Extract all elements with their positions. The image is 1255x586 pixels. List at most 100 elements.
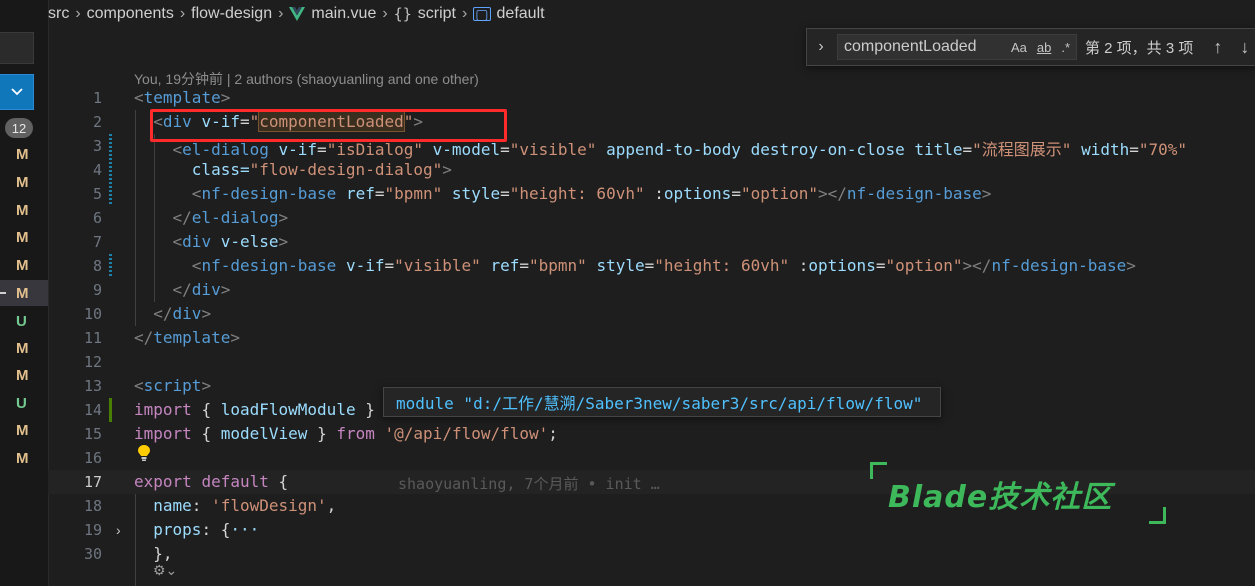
find-query-text: componentLoaded [844, 38, 977, 55]
match-whole-word-icon[interactable]: ab [1037, 40, 1051, 55]
find-match-count: 第 2 项，共 3 项 [1085, 39, 1194, 57]
code-text: }, [153, 544, 173, 563]
breadcrumb-item-flow-design[interactable]: flow-design [191, 5, 272, 23]
changes-count-badge: 12 [5, 118, 33, 138]
code-text: class="flow-design-dialog"> [191, 160, 452, 179]
scm-status-letter: U [16, 313, 27, 330]
code-line[interactable]: 4 class="flow-design-dialog"> [48, 158, 1255, 182]
lightbulb-icon[interactable] [136, 444, 152, 462]
chevron-right-icon: › [179, 5, 186, 22]
line-number: 15 [83, 425, 102, 443]
code-line[interactable]: 12 [48, 350, 1255, 374]
scm-status-letter: M [16, 340, 29, 357]
line-number: 7 [92, 233, 102, 251]
code-line[interactable]: 1 <template> [48, 86, 1255, 110]
watermark: Blade技术社区 [870, 462, 1170, 526]
arrow-up-icon[interactable]: ↑ [1213, 37, 1222, 58]
scm-status-letter: U [16, 395, 27, 412]
code-text: <nf-design-base v-if="visible" ref="bpmn… [191, 256, 1136, 275]
code-text: export default { [134, 472, 289, 491]
line-number: 11 [83, 329, 102, 347]
line-number: 17 [83, 473, 102, 491]
breadcrumb-item-file[interactable]: main.vue [311, 5, 376, 23]
find-navigation: ↑ ↓ [1213, 37, 1249, 58]
line-number: 9 [92, 281, 102, 299]
watermark-text: Blade技术社区 [888, 480, 1113, 515]
scm-status-letter: M [16, 367, 29, 384]
settings-gear-icon[interactable]: ⚙⌄ [153, 562, 177, 579]
code-text: </div> [153, 304, 212, 323]
chevron-right-icon: › [278, 5, 284, 22]
scm-status-letter: M [16, 202, 29, 219]
hover-text: module "d:/工作/慧溯/Saber3new/saber3/src/ap… [396, 394, 923, 413]
scm-active-marker [0, 292, 6, 294]
line-number: 6 [92, 209, 102, 227]
code-line[interactable]: 6 </el-dialog> [48, 206, 1255, 230]
line-number: 1 [92, 89, 102, 107]
code-line[interactable]: 8 <nf-design-base v-if="visible" ref="bp… [48, 254, 1255, 278]
line-number: 30 [83, 545, 102, 563]
scm-status-letter: M [16, 229, 29, 246]
scm-input-box[interactable] [0, 32, 34, 64]
line-number: 10 [83, 305, 102, 323]
scm-status-letter: M [16, 257, 29, 274]
code-line[interactable]: 15 import { modelView } from '@/api/flow/… [48, 422, 1255, 446]
scm-status-letter: M [16, 174, 29, 191]
code-text: <nf-design-base ref="bpmn" style="height… [191, 184, 992, 203]
line-number: 18 [83, 497, 102, 515]
breadcrumb-item-src[interactable]: src [48, 5, 69, 23]
symbol-object-icon: ▢ [473, 6, 491, 22]
toggle-replace-chevron-icon[interactable]: › [807, 38, 835, 56]
match-case-icon[interactable]: Aa [1011, 40, 1027, 55]
breadcrumb-item-symbol[interactable]: default [497, 5, 545, 23]
code-text: <script> [134, 376, 212, 395]
code-text: <template> [134, 88, 231, 107]
line-number: 2 [92, 113, 102, 131]
chevron-right-icon: › [461, 5, 468, 22]
scm-panel-strip: 12 MMMMMMUMMUMM [0, 0, 49, 586]
line-number: 4 [92, 161, 102, 179]
scm-status-letter: M [16, 285, 29, 302]
code-text: </div> [172, 280, 231, 299]
line-number: 12 [83, 353, 102, 371]
line-number: 8 [92, 257, 102, 275]
breadcrumb-item-script[interactable]: script [418, 5, 456, 23]
code-text: props: {··· [153, 520, 260, 539]
line-number: 5 [92, 185, 102, 203]
chevron-down-icon [10, 88, 23, 96]
chevron-right-icon: › [75, 5, 81, 22]
code-line[interactable]: 11 </template> [48, 326, 1255, 350]
scm-dropdown-button[interactable] [0, 74, 34, 110]
annotation-highlight-box [150, 109, 507, 142]
code-line[interactable]: 7 <div v-else> [48, 230, 1255, 254]
code-line[interactable]: 9 </div> [48, 278, 1255, 302]
vue-file-icon [289, 7, 306, 21]
line-number: 16 [83, 449, 102, 467]
code-text: name: 'flowDesign', [153, 496, 337, 515]
use-regex-icon[interactable]: .* [1061, 40, 1070, 55]
inline-blame-annotation: shaoyuanling, 7个月前 • init … [398, 475, 660, 493]
breadcrumb-item-components[interactable]: components [87, 5, 174, 23]
line-number: 3 [92, 137, 102, 155]
find-input[interactable]: componentLoaded Aa ab .* [837, 34, 1077, 60]
code-text: <div v-else> [172, 232, 289, 251]
fold-chevron-icon[interactable]: › [116, 522, 121, 538]
code-text: import { modelView } from '@/api/flow/fl… [134, 424, 558, 443]
scm-status-letter: M [16, 450, 29, 467]
chevron-right-icon: › [382, 5, 388, 22]
braces-icon: {} [393, 5, 412, 23]
line-number: 19 [83, 521, 102, 539]
code-line[interactable]: 30 }, [48, 542, 1255, 566]
watermark-corner [870, 462, 887, 479]
code-line[interactable]: 10 </div> [48, 302, 1255, 326]
line-number: 13 [83, 377, 102, 395]
watermark-corner [1149, 507, 1166, 524]
breadcrumb: src › components › flow-design › main.vu… [48, 0, 545, 28]
scm-status-letter: M [16, 146, 29, 163]
arrow-down-icon[interactable]: ↓ [1240, 37, 1249, 58]
code-text: import { loadFlowModule } [134, 400, 375, 419]
code-line[interactable]: 5 <nf-design-base ref="bpmn" style="heig… [48, 182, 1255, 206]
module-hover-tooltip: module "d:/工作/慧溯/Saber3new/saber3/src/ap… [383, 387, 941, 417]
scm-status-letter: M [16, 422, 29, 439]
code-text: </el-dialog> [172, 208, 289, 227]
